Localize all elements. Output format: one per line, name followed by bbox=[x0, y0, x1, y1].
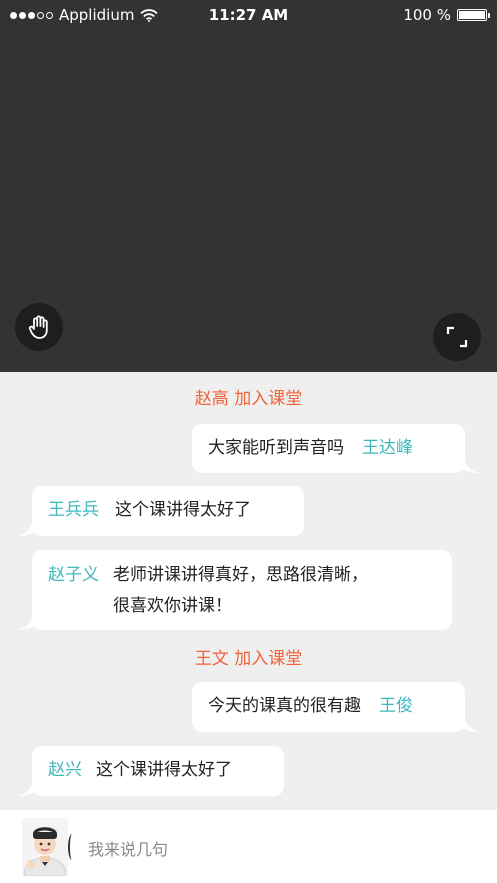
bubble-tail bbox=[463, 455, 479, 473]
user-avatar-image bbox=[22, 818, 68, 876]
hand-icon bbox=[28, 315, 48, 339]
chat-list[interactable]: 赵高 加入课堂 大家能听到声音吗 王达峰 王兵兵 这个课讲得太好了 赵子义 老师… bbox=[0, 372, 497, 810]
chat-message: 赵子义 老师讲课讲得真好，思路很清晰， 很喜欢你讲课！ bbox=[18, 550, 452, 630]
sender-name[interactable]: 赵子义 bbox=[48, 560, 99, 591]
video-area[interactable] bbox=[0, 0, 497, 372]
sender-name[interactable]: 王俊 bbox=[379, 691, 413, 722]
chat-message: 今天的课真的很有趣 王俊 bbox=[192, 682, 479, 732]
chat-message: 大家能听到声音吗 王达峰 bbox=[192, 424, 479, 473]
avatar[interactable] bbox=[22, 818, 68, 876]
message-text-line: 很喜欢你讲课！ bbox=[113, 596, 232, 616]
fullscreen-icon bbox=[446, 326, 468, 348]
sender-name[interactable]: 王兵兵 bbox=[48, 495, 99, 526]
message-text-line: 老师讲课讲得真好，思路很清晰， bbox=[113, 565, 368, 585]
sender-name[interactable]: 赵兴 bbox=[48, 755, 82, 786]
message-text: 大家能听到声音吗 bbox=[208, 438, 344, 458]
join-notice: 赵高 加入课堂 bbox=[194, 389, 303, 409]
comment-input[interactable]: 我来说几句 bbox=[88, 836, 168, 860]
divider bbox=[68, 834, 76, 860]
bubble-tail bbox=[18, 778, 34, 796]
message-text: 这个课讲得太好了 bbox=[115, 500, 251, 520]
status-bar: Applidium 11:27 AM 100 % bbox=[0, 0, 497, 32]
sender-name[interactable]: 王达峰 bbox=[362, 433, 413, 464]
join-notice: 王文 加入课堂 bbox=[194, 649, 303, 669]
battery-percent: 100 % bbox=[403, 6, 451, 24]
message-text: 这个课讲得太好了 bbox=[96, 760, 232, 780]
bubble-tail bbox=[18, 518, 34, 536]
chat-message: 赵兴 这个课讲得太好了 bbox=[18, 746, 284, 796]
bubble-tail bbox=[18, 612, 34, 630]
battery-icon bbox=[457, 9, 490, 21]
message-text: 今天的课真的很有趣 bbox=[208, 696, 361, 716]
bubble-tail bbox=[463, 714, 479, 732]
input-bar: 我来说几句 bbox=[0, 810, 497, 883]
fullscreen-button[interactable] bbox=[433, 313, 481, 361]
chat-message: 王兵兵 这个课讲得太好了 bbox=[18, 486, 304, 536]
raise-hand-button[interactable] bbox=[15, 303, 63, 351]
